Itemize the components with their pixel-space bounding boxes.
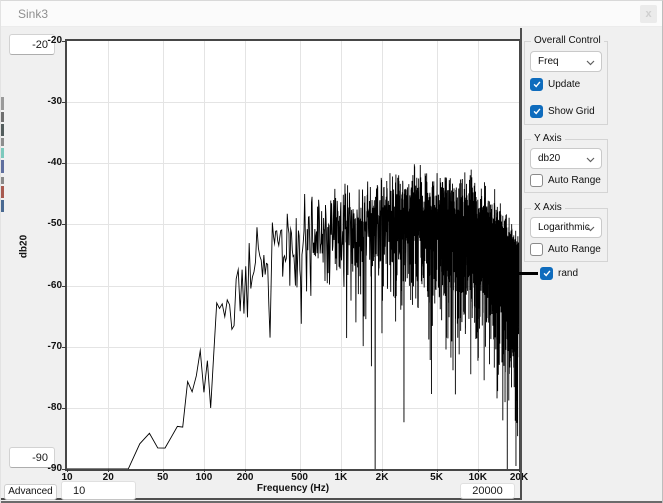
- y-tick-label: -50: [19, 218, 62, 229]
- y-tick-label: -70: [19, 341, 62, 352]
- show-grid-checkbox[interactable]: [530, 105, 543, 118]
- x-max-input[interactable]: [460, 483, 515, 499]
- y-axis-title: db20: [19, 232, 30, 262]
- background-window-edge-fragment: [1, 200, 4, 212]
- check-icon: [542, 268, 552, 278]
- y-tick-mark: [62, 347, 66, 348]
- background-window-edge-fragment: [1, 186, 4, 198]
- spectrum-canvas[interactable]: [67, 41, 519, 469]
- y-tick-mark: [62, 469, 66, 470]
- background-window-edge-fragment: [1, 138, 4, 146]
- background-window-edge-fragment: [1, 177, 4, 184]
- x-tick-label: 500: [291, 472, 308, 483]
- update-label: Update: [548, 79, 580, 90]
- legend-rand-label: rand: [558, 268, 578, 279]
- y-tick-mark: [62, 41, 66, 42]
- sink-window: Sink3 x 1020501002005001K2K5K10K20K-20-3…: [0, 0, 663, 503]
- x-tick-label: 1K: [334, 472, 347, 483]
- y-tick-mark: [62, 102, 66, 103]
- titlebar[interactable]: Sink3 x: [1, 1, 662, 27]
- update-checkbox[interactable]: [530, 78, 543, 91]
- x-axis-dropdown-value: Logarithmic: [538, 222, 590, 233]
- x-tick-label: 100: [196, 472, 213, 483]
- x-axis-group-title: X Axis: [531, 202, 565, 213]
- y-tick-label: -60: [19, 280, 62, 291]
- x-axis-title: Frequency (Hz): [201, 483, 385, 494]
- show-grid-label: Show Grid: [548, 106, 595, 117]
- panel-separator: [520, 28, 522, 500]
- legend-line-swatch: [514, 272, 538, 275]
- chevron-down-icon: [586, 226, 595, 232]
- x-auto-range-checkbox[interactable]: [530, 243, 543, 256]
- y-axis-group: Y Axis db20 Auto Range: [524, 139, 608, 193]
- y-axis-dropdown[interactable]: db20: [530, 148, 602, 169]
- overall-control-dropdown[interactable]: Freq: [530, 51, 602, 72]
- y-axis-dropdown-value: db20: [538, 153, 560, 164]
- y-tick-label: -80: [19, 402, 62, 413]
- legend-rand-checkbox[interactable]: [540, 267, 553, 280]
- overall-control-group: Overall Control Freq Update Show Grid: [524, 41, 608, 125]
- update-checkbox-row[interactable]: Update: [530, 77, 580, 91]
- chevron-down-icon: [586, 60, 595, 66]
- y-auto-range-checkbox[interactable]: [530, 174, 543, 187]
- y-axis-group-title: Y Axis: [531, 133, 565, 144]
- y-tick-label: -90: [19, 463, 62, 474]
- background-window-edge-fragment: [1, 148, 4, 158]
- chevron-down-icon: [586, 157, 595, 163]
- check-icon: [532, 79, 542, 89]
- y-tick-mark: [62, 224, 66, 225]
- background-window-edge-fragment: [1, 112, 4, 122]
- close-icon[interactable]: x: [640, 5, 657, 23]
- background-window-edge-fragment: [1, 97, 4, 110]
- y-tick-label: -40: [19, 157, 62, 168]
- y-auto-range-row[interactable]: Auto Range: [530, 173, 601, 187]
- overall-control-dropdown-value: Freq: [538, 56, 559, 67]
- background-window-edge-fragment: [1, 160, 4, 173]
- x-tick-label: 50: [157, 472, 168, 483]
- x-auto-range-label: Auto Range: [548, 244, 601, 255]
- check-icon: [532, 106, 542, 116]
- y-auto-range-label: Auto Range: [548, 175, 601, 186]
- x-min-input[interactable]: [61, 481, 136, 500]
- overall-control-title: Overall Control: [531, 35, 604, 46]
- legend-rand: rand: [514, 265, 578, 281]
- x-axis-dropdown[interactable]: Logarithmic: [530, 217, 602, 238]
- y-tick-label: -30: [19, 96, 62, 107]
- x-tick-label: 20K: [510, 472, 528, 483]
- window-title: Sink3: [18, 7, 48, 21]
- x-tick-label: 200: [237, 472, 254, 483]
- x-tick-label: 2K: [376, 472, 389, 483]
- y-tick-mark: [62, 163, 66, 164]
- y-tick-mark: [62, 286, 66, 287]
- x-axis-group: X Axis Logarithmic Auto Range: [524, 208, 608, 262]
- x-tick-label: 5K: [430, 472, 443, 483]
- advanced-button[interactable]: Advanced: [4, 484, 57, 500]
- show-grid-checkbox-row[interactable]: Show Grid: [530, 104, 595, 118]
- x-auto-range-row[interactable]: Auto Range: [530, 242, 601, 256]
- x-tick-label: 10K: [469, 472, 487, 483]
- y-tick-mark: [62, 408, 66, 409]
- y-tick-label: -20: [19, 35, 62, 46]
- background-window-edge-fragment: [1, 124, 4, 136]
